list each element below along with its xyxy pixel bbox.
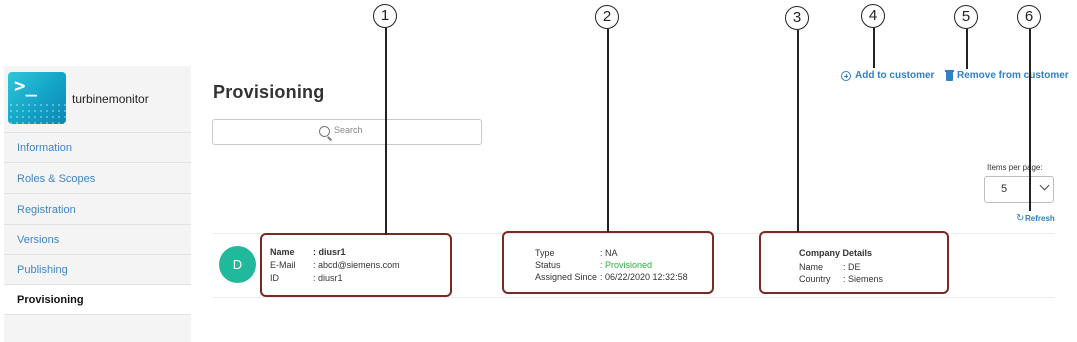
items-per-page-label: Items per page: <box>987 163 1043 172</box>
search-placeholder: Search <box>334 125 363 135</box>
pointer-line-2 <box>607 29 609 232</box>
user-name-label: Name <box>270 247 295 257</box>
avatar: D <box>219 246 256 283</box>
pointer-line-5 <box>966 29 968 69</box>
company-country-value: : Siemens <box>843 274 884 284</box>
search-icon <box>319 126 330 137</box>
refresh-button[interactable]: Refresh <box>1025 214 1055 223</box>
app-header: >_ turbinemonitor <box>4 66 191 133</box>
callout-number-1: 1 <box>373 4 397 28</box>
refresh-icon[interactable]: ↻ <box>1016 213 1024 224</box>
company-country-label: Country <box>799 274 831 284</box>
status-label: Status <box>535 260 561 270</box>
callout-number-2: 2 <box>595 5 619 29</box>
company-details-callout: Company Details Name : DE Country : Siem… <box>759 231 949 294</box>
sidebar-item-registration[interactable]: Registration <box>4 195 191 225</box>
page-title: Provisioning <box>213 82 325 102</box>
user-email-label: E-Mail <box>270 260 296 270</box>
plus-circle-icon[interactable] <box>841 71 851 81</box>
row-divider <box>212 297 1055 298</box>
status-value: : Provisioned <box>600 260 653 270</box>
type-label: Type <box>535 248 555 258</box>
user-name-value: : diusr1 <box>313 247 346 257</box>
sidebar-item-publishing[interactable]: Publishing <box>4 255 191 285</box>
assigned-since-value: : 06/22/2020 12:32:58 <box>600 272 688 282</box>
user-details-callout: Name : diusr1 E-Mail : abcd@siemens.com … <box>260 233 452 297</box>
callout-number-5: 5 <box>954 5 978 29</box>
items-per-page-value: 5 <box>1001 183 1008 195</box>
add-to-customer-button[interactable]: Add to customer <box>855 70 934 81</box>
pointer-line-3 <box>797 30 799 232</box>
trash-icon[interactable] <box>945 70 954 81</box>
app-name: turbinemonitor <box>72 92 149 106</box>
pointer-line-1 <box>385 28 387 235</box>
company-name-label: Name <box>799 262 824 272</box>
terminal-prompt-icon: >_ <box>14 75 37 97</box>
sidebar-item-information[interactable]: Information <box>4 133 191 163</box>
chevron-down-icon <box>1039 180 1050 191</box>
app-logo: >_ <box>8 72 66 124</box>
company-name-value: : DE <box>843 262 861 272</box>
sidebar-item-roles-scopes[interactable]: Roles & Scopes <box>4 164 191 194</box>
sidebar: >_ turbinemonitor Information Roles & Sc… <box>4 66 191 342</box>
sidebar-item-versions[interactable]: Versions <box>4 225 191 255</box>
provision-status-callout: Type : NA Status : Provisioned Assigned … <box>502 231 714 294</box>
pointer-line-6 <box>1029 29 1031 211</box>
assigned-since-label: Assigned Since <box>535 272 598 282</box>
items-per-page-select[interactable]: 5 <box>984 176 1054 203</box>
user-email-value: : abcd@siemens.com <box>313 260 400 270</box>
remove-from-customer-button[interactable]: Remove from customer <box>957 70 1069 81</box>
type-value: : NA <box>600 248 618 258</box>
user-id-value: : diusr1 <box>313 273 343 283</box>
user-id-label: ID <box>270 273 279 283</box>
sidebar-item-provisioning[interactable]: Provisioning <box>4 285 191 315</box>
callout-number-3: 3 <box>785 6 809 30</box>
callout-number-4: 4 <box>861 4 885 28</box>
company-details-title: Company Details <box>799 248 873 258</box>
callout-number-6: 6 <box>1017 5 1041 29</box>
pointer-line-4 <box>873 28 875 68</box>
search-input[interactable]: Search <box>212 119 482 145</box>
